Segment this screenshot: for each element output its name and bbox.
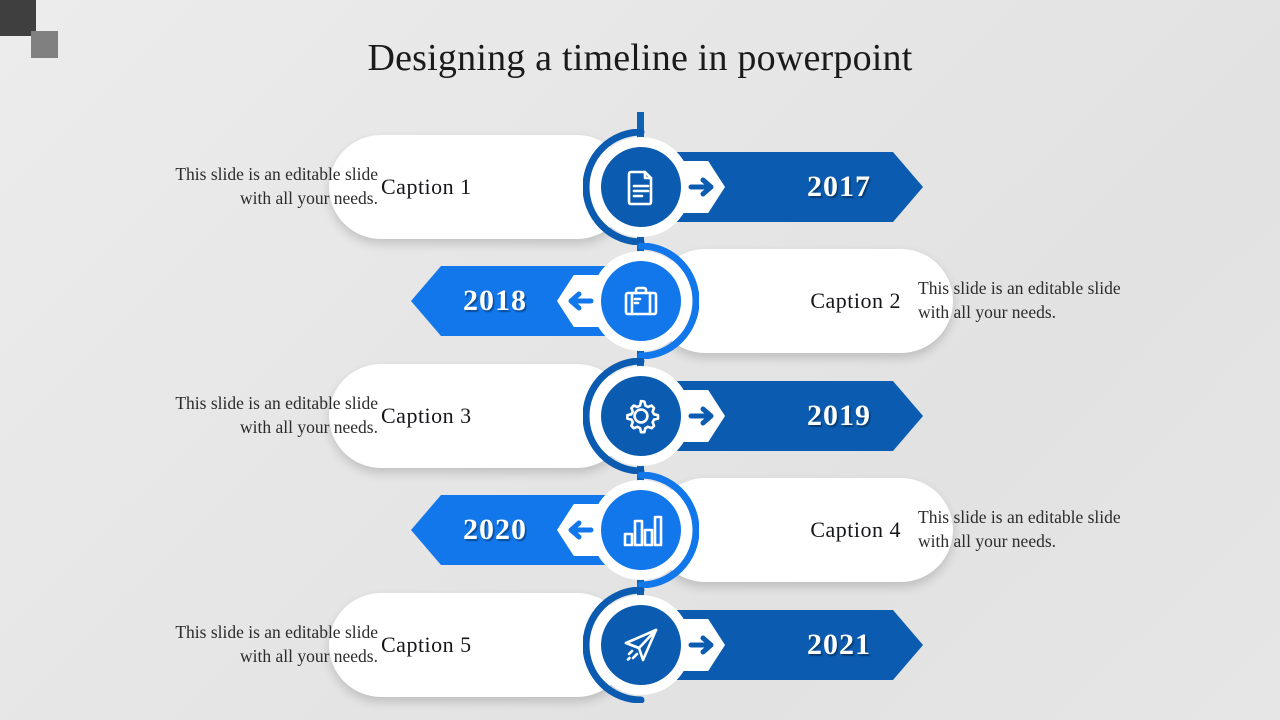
timeline-row: 2019 Caption 3 This slide is an editable … — [0, 357, 1280, 475]
milestone-icon-wrapper[interactable] — [582, 128, 693, 246]
row-description: This slide is an editable slide with all… — [918, 507, 1121, 551]
caption-label: Caption 4 — [810, 517, 901, 542]
page-title: Designing a timeline in powerpoint — [367, 37, 913, 79]
row-description: This slide is an editable slide with all… — [175, 393, 378, 437]
year-label: 2021 — [807, 628, 871, 661]
milestone-icon-wrapper[interactable] — [582, 357, 693, 475]
year-label: 2017 — [807, 170, 871, 203]
timeline-row: 2020 Caption 4 This slide is an editable … — [0, 471, 1280, 589]
slide-canvas: Designing a timeline in powerpoint 2017 C… — [0, 0, 1280, 720]
row-description: This slide is an editable slide with all… — [918, 278, 1121, 322]
milestone-icon-wrapper[interactable] — [589, 242, 700, 360]
caption-label: Caption 5 — [381, 632, 472, 657]
caption-label: Caption 3 — [381, 403, 472, 428]
timeline-row: 2018 Caption 2 This slide is an editable … — [0, 242, 1280, 360]
caption-label: Caption 2 — [810, 288, 901, 313]
briefcase-icon — [601, 261, 681, 341]
paper-plane-icon — [601, 605, 681, 685]
year-label: 2019 — [807, 399, 871, 432]
milestone-icon-wrapper[interactable] — [582, 586, 693, 704]
document-icon — [601, 147, 681, 227]
timeline-row: 2017 Caption 1 This slide is an editable … — [0, 128, 1280, 246]
row-description: This slide is an editable slide with all… — [175, 622, 378, 666]
timeline-row: 2021 Caption 5 This slide is an editable … — [0, 586, 1280, 704]
year-label: 2018 — [463, 284, 527, 317]
milestone-icon-wrapper[interactable] — [589, 471, 700, 589]
caption-label: Caption 1 — [381, 174, 472, 199]
bar-chart-icon — [601, 490, 681, 570]
gear-icon — [601, 376, 681, 456]
row-description: This slide is an editable slide with all… — [175, 164, 378, 208]
year-label: 2020 — [463, 513, 527, 546]
